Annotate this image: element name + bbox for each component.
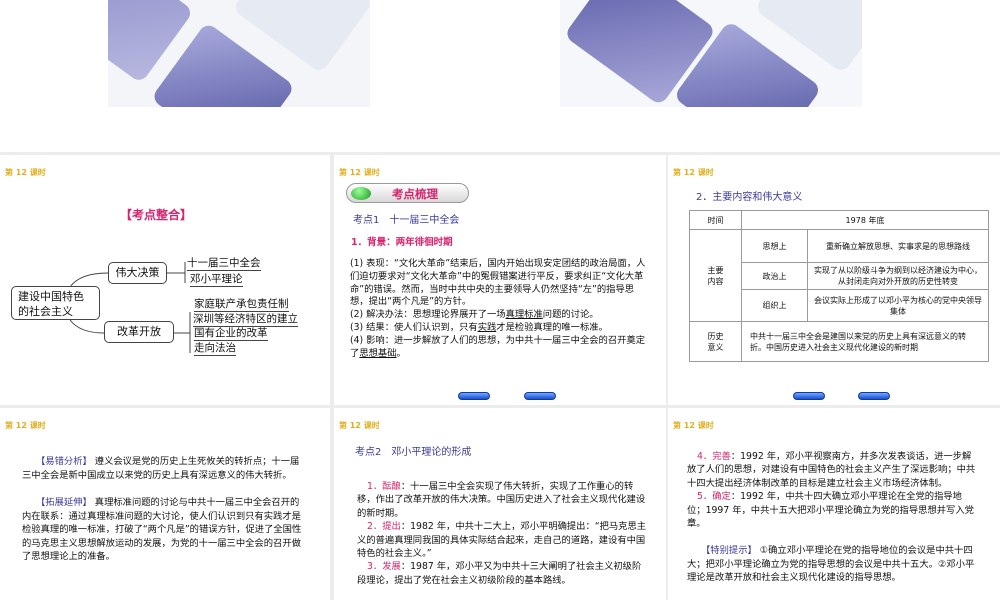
table-cell: 历史意义 (689, 321, 742, 362)
section-heading: 考点2 邓小平理论的形成 (355, 447, 472, 458)
table-cell: 主要内容 (689, 229, 742, 322)
body-text: 【易错分析】 遵义会议是党的历史上生死攸关的转折点；十一届三中全会是新中国成立以… (22, 455, 308, 564)
slide-thumbnail-5[interactable]: 第 12 课时 考点2 邓小平理论的形成 1．酝酿：十一届三中全会实现了伟大转折… (334, 408, 666, 600)
paragraph: (3) 结果：使人们认识到，只有实践才是检验真理的唯一标准。 (350, 321, 608, 333)
table-cell: 实现了从以阶级斗争为纲到以经济建设为中心，从封闭走向对外开放的历史性转变 (807, 262, 989, 290)
table-cell: 时间 (689, 210, 742, 230)
slide-thumbnail-3[interactable]: 第 12 课时 2．主要内容和伟大意义 时间 1978 年底 主要内容 思想上 重新确… (668, 155, 1000, 405)
section-heading: 考点1 十一届三中全会 (353, 215, 460, 226)
body-text: 4．完善：1992 年，邓小平视察南方，并多次发表谈话，进一步解放了人们的思想，… (687, 450, 979, 585)
paragraph: 【易错分析】 遵义会议是党的历史上生死攸关的转折点；十一届三中全会是新中国成立以… (22, 456, 300, 481)
section-banner: 考点梳理 (346, 183, 469, 203)
banner-label: 考点梳理 (392, 187, 438, 201)
slide-thumbnail-2[interactable]: 第 12 课时 考点梳理 考点1 十一届三中全会 1．背景：两年徘徊时期 (1)… (334, 155, 666, 405)
lesson-label: 第 12 课时 (339, 421, 380, 430)
paragraph: 【特别提示】 ①确立邓小平理论在党的指导地位的会议是中共十四大；把邓小平理论确立… (687, 545, 975, 584)
body-text: 1．酝酿：十一届三中全会实现了伟大转折，实现了工作重心的转移，作出了改革开放的伟… (357, 480, 647, 587)
table-cell: 会议实际上形成了以邓小平为核心的党中央领导集体 (807, 289, 989, 322)
paragraph: 5．确定：1992 年，中共十四大确立邓小平理论在全党的指导地位；1997 年，… (687, 491, 974, 530)
mindmap-leaf: 家庭联产承包责任制 (194, 298, 289, 312)
table-cell: 1978 年底 (741, 210, 989, 230)
subheading: 1．背景：两年徘徊时期 (351, 237, 453, 248)
green-dot-icon (351, 187, 371, 200)
next-slide-button[interactable] (858, 392, 890, 400)
content-table: 时间 1978 年底 主要内容 思想上 重新确立解放思想、实事求是的思想路线 政治上实… (689, 210, 989, 362)
prev-slide-button[interactable] (793, 392, 825, 400)
slide-background-image (108, 0, 370, 107)
paragraph: 3．发展：1987 年，邓小平又为中共十三大阐明了社会主义初级阶段理论，提出了党… (357, 561, 642, 586)
slide-thumbnail-6[interactable]: 第 12 课时 4．完善：1992 年，邓小平视察南方，并多次发表谈话，进一步解… (668, 408, 1000, 600)
table-cell: 中共十一届三中全会是建国以来党的历史上具有深远意义的转折。中国历史进入社会主义现… (741, 321, 989, 362)
mindmap-leaf: 走向法治 (194, 342, 236, 356)
section-heading: 2．主要内容和伟大意义 (696, 192, 803, 203)
lesson-label: 第 12 课时 (673, 168, 714, 177)
lesson-label: 第 12 课时 (339, 168, 380, 177)
slide-thumbnail-4[interactable]: 第 12 课时 【易错分析】 遵义会议是党的历史上生死攸关的转折点；十一届三中全… (0, 408, 330, 600)
paragraph: (2) 解决办法：思想理论界展开了一场真理标准问题的讨论。 (350, 309, 599, 321)
mindmap-branch: 伟大决策 (108, 262, 167, 284)
paragraph: (4) 影响：进一步解放了人们的思想，为中共十一届三中全会的召开奠定了思想基础。 (350, 334, 646, 359)
mindmap-leaf: 十一届三中全会 (187, 257, 261, 271)
mindmap-leaf: 国有企业的改革 (194, 327, 268, 341)
paragraph: 1．酝酿：十一届三中全会实现了伟大转折，实现了工作重心的转移，作出了改革开放的伟… (357, 481, 646, 519)
paragraph: 4．完善：1992 年，邓小平视察南方，并多次发表谈话，进一步解放了人们的思想，… (687, 451, 976, 489)
prev-slide-button[interactable] (458, 392, 490, 400)
mindmap-root: 建设中国特色的社会主义 (11, 286, 100, 320)
table-cell: 政治上 (741, 262, 808, 290)
mindmap-leaf: 邓小平理论 (190, 273, 243, 287)
body-text: (1) 表现：“文化大革命”结束后，国内开始出现安定团结的政治局面，人们迫切要求… (350, 258, 652, 360)
table-cell: 重新确立解放思想、实事求是的思想路线 (807, 229, 989, 263)
slide-thumbnail-1[interactable]: 第 12 课时 【考点整合】 建设中国特色的社会主义 伟大决策 改革开放 十一届… (0, 155, 330, 405)
slide-background-image (560, 0, 862, 107)
next-slide-button[interactable] (524, 392, 556, 400)
paragraph: (1) 表现：“文化大革命”结束后，国内开始出现安定团结的政治局面，人们迫切要求… (350, 258, 646, 308)
lesson-label: 第 12 课时 (5, 421, 46, 430)
table-cell: 思想上 (741, 229, 808, 263)
table-cell: 组织上 (741, 289, 808, 322)
paragraph: 2．提出：1982 年，中共十二大上，邓小平明确提出：“把马克思主义的普遍真理同… (357, 521, 647, 560)
lesson-label: 第 12 课时 (673, 421, 714, 430)
mindmap-branch: 改革开放 (104, 321, 174, 343)
paragraph: 【拓展延伸】 真理标准问题的讨论与中共十一届三中全会召开的内在联系：通过真理标准… (22, 497, 302, 562)
previous-slides-area (0, 0, 1000, 152)
